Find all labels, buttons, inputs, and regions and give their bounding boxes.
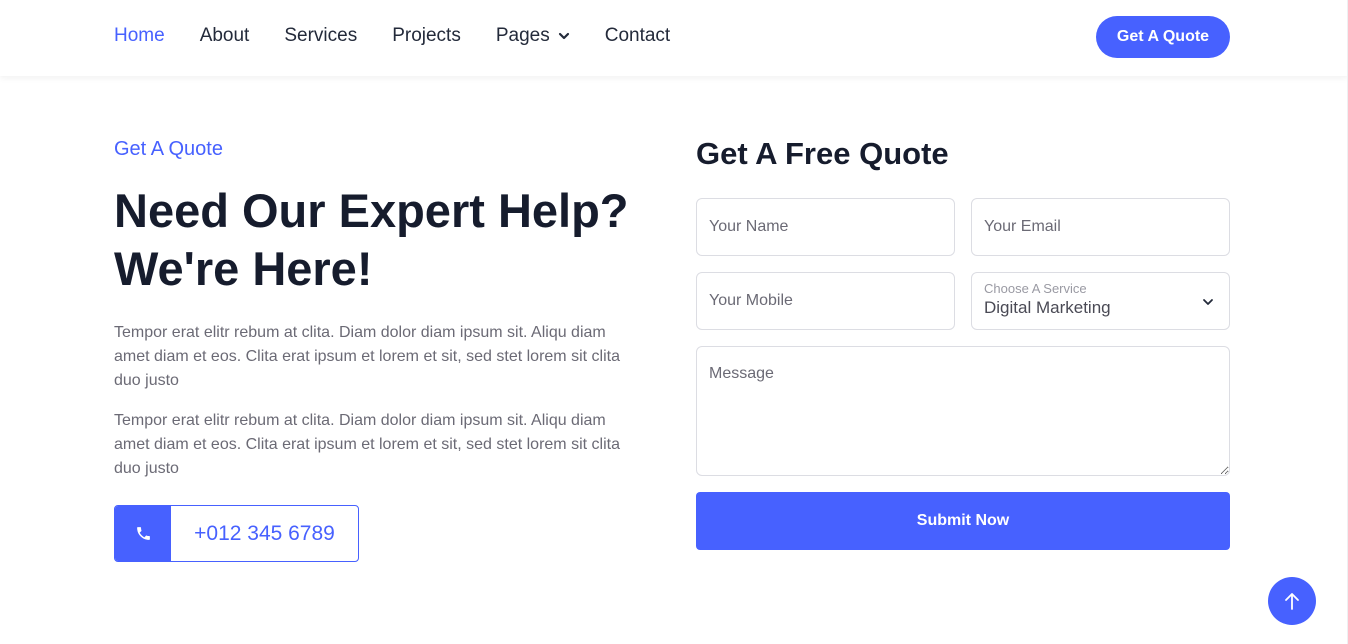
nav-item-services[interactable]: Services	[284, 25, 357, 47]
nav-item-projects[interactable]: Projects	[392, 25, 461, 47]
message-textarea[interactable]	[696, 346, 1230, 476]
phone-contact[interactable]: +012 345 6789	[114, 505, 359, 562]
chevron-down-icon	[1203, 299, 1213, 305]
name-input[interactable]	[696, 198, 955, 256]
intro-paragraph: Tempor erat elitr rebum at clita. Diam d…	[114, 412, 620, 477]
nav-item-pages[interactable]: Pages	[496, 25, 570, 47]
submit-button[interactable]: Submit Now	[696, 492, 1230, 550]
service-select-label: Choose A Service	[984, 281, 1087, 296]
nav-item-about[interactable]: About	[200, 25, 250, 47]
section-eyebrow: Get A Quote	[114, 138, 223, 160]
nav-item-contact[interactable]: Contact	[605, 25, 670, 47]
intro-paragraph: Tempor erat elitr rebum at clita. Diam d…	[114, 324, 620, 389]
phone-number[interactable]: +012 345 6789	[171, 506, 358, 561]
mobile-input[interactable]	[696, 272, 955, 330]
phone-icon-wrap	[115, 506, 171, 561]
chevron-down-icon	[558, 32, 569, 40]
back-to-top-button[interactable]	[1268, 577, 1316, 625]
service-select-value: Digital Marketing	[984, 298, 1111, 317]
nav-item-home[interactable]: Home	[114, 25, 165, 47]
nav-item-pages-label: Pages	[495, 25, 550, 46]
nav-links: Home About Services Projects Pages Conta…	[114, 0, 670, 72]
navbar: Home About Services Projects Pages Conta…	[0, 0, 1348, 76]
email-input[interactable]	[971, 198, 1230, 256]
section-headline: Need Our Expert Help? We're Here!	[114, 184, 629, 295]
form-title: Get A Free Quote	[696, 136, 949, 171]
phone-icon	[136, 527, 150, 540]
arrow-up-icon	[1285, 593, 1299, 610]
service-select[interactable]: Choose A Service Digital Marketing	[971, 272, 1230, 330]
get-quote-button[interactable]: Get A Quote	[1096, 16, 1230, 58]
